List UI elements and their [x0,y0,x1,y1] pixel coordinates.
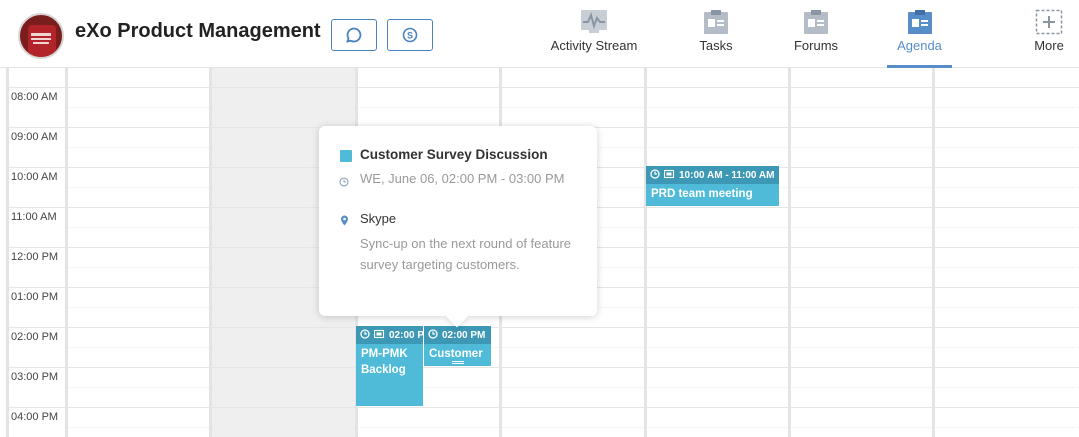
resize-handle[interactable] [451,361,464,364]
event-header: 10:00 AM - 11:00 AM [646,166,779,184]
space-avatar-icon[interactable] [18,13,64,59]
clock-icon [428,328,438,342]
time-label: 02:00 PM [11,331,59,343]
forums-icon [802,9,830,35]
nav-label: Tasks [699,38,733,53]
nav-more[interactable]: More [1019,0,1079,68]
time-label: 01:00 PM [11,291,59,303]
event-time: 02:00 PM [389,329,423,341]
time-label: 04:00 PM [11,411,59,423]
time-label: 10:00 AM [11,171,58,183]
plus-icon [1035,9,1063,35]
app-root: eXo Product Management S Activity Stream… [0,0,1079,437]
space-title[interactable]: eXo Product Management [75,20,321,43]
nav-activity-stream[interactable]: Activity Stream [545,0,643,68]
event-customer-survey[interactable]: 02:00 PM Customer [424,326,491,366]
popover-event-time: WE, June 06, 02:00 PM - 03:00 PM [360,171,565,186]
chat-bubble-icon [346,27,362,43]
nav-tasks[interactable]: Tasks [686,0,746,68]
clock-icon [360,328,370,342]
event-time: 02:00 PM [442,329,486,341]
nav-label: Forums [793,38,839,53]
popover-event-title[interactable]: Customer Survey Discussion [360,147,548,162]
time-label: 12:00 PM [11,251,59,263]
calendar-icon [663,169,675,182]
skype-icon: S [402,27,418,43]
activity-stream-icon [580,9,608,35]
agenda-icon [906,9,934,35]
time-label: 11:00 AM [11,211,57,223]
nav-agenda[interactable]: Agenda [887,0,952,68]
chat-button[interactable] [331,19,377,51]
event-header: 02:00 PM [356,326,423,344]
time-label: 08:00 AM [11,91,58,103]
event-header: 02:00 PM [424,326,491,344]
clock-icon [650,168,660,182]
event-title: PRD team meeting [651,188,753,200]
nav-label: Agenda [897,38,942,53]
event-time: 10:00 AM - 11:00 AM [679,169,775,181]
skype-button[interactable]: S [387,19,433,51]
calendar-color-swatch [340,150,352,162]
popover-event-location: Skype [360,211,397,226]
nav-label: More [1034,38,1064,53]
popover-event-description: Sync-up on the next round of feature sur… [360,236,572,272]
event-pm-pmk-backlog[interactable]: 02:00 PM PM-PMK Backlog [356,326,423,406]
location-pin-icon [340,213,349,231]
tasks-icon [702,9,730,35]
event-prd-team-meeting[interactable]: 10:00 AM - 11:00 AM PRD team meeting [646,166,779,206]
nav-forums[interactable]: Forums [786,0,846,68]
space-header: eXo Product Management S Activity Stream… [0,0,1079,68]
clock-icon [339,174,349,192]
time-label: 09:00 AM [11,131,58,143]
event-title: PM-PMK Backlog [361,348,408,376]
svg-text:S: S [407,31,413,41]
nav-label: Activity Stream [550,38,638,53]
event-preview-popover: Customer Survey Discussion WE, June 06, … [319,126,597,328]
calendar-icon [373,329,385,342]
time-label: 03:00 PM [11,371,59,383]
